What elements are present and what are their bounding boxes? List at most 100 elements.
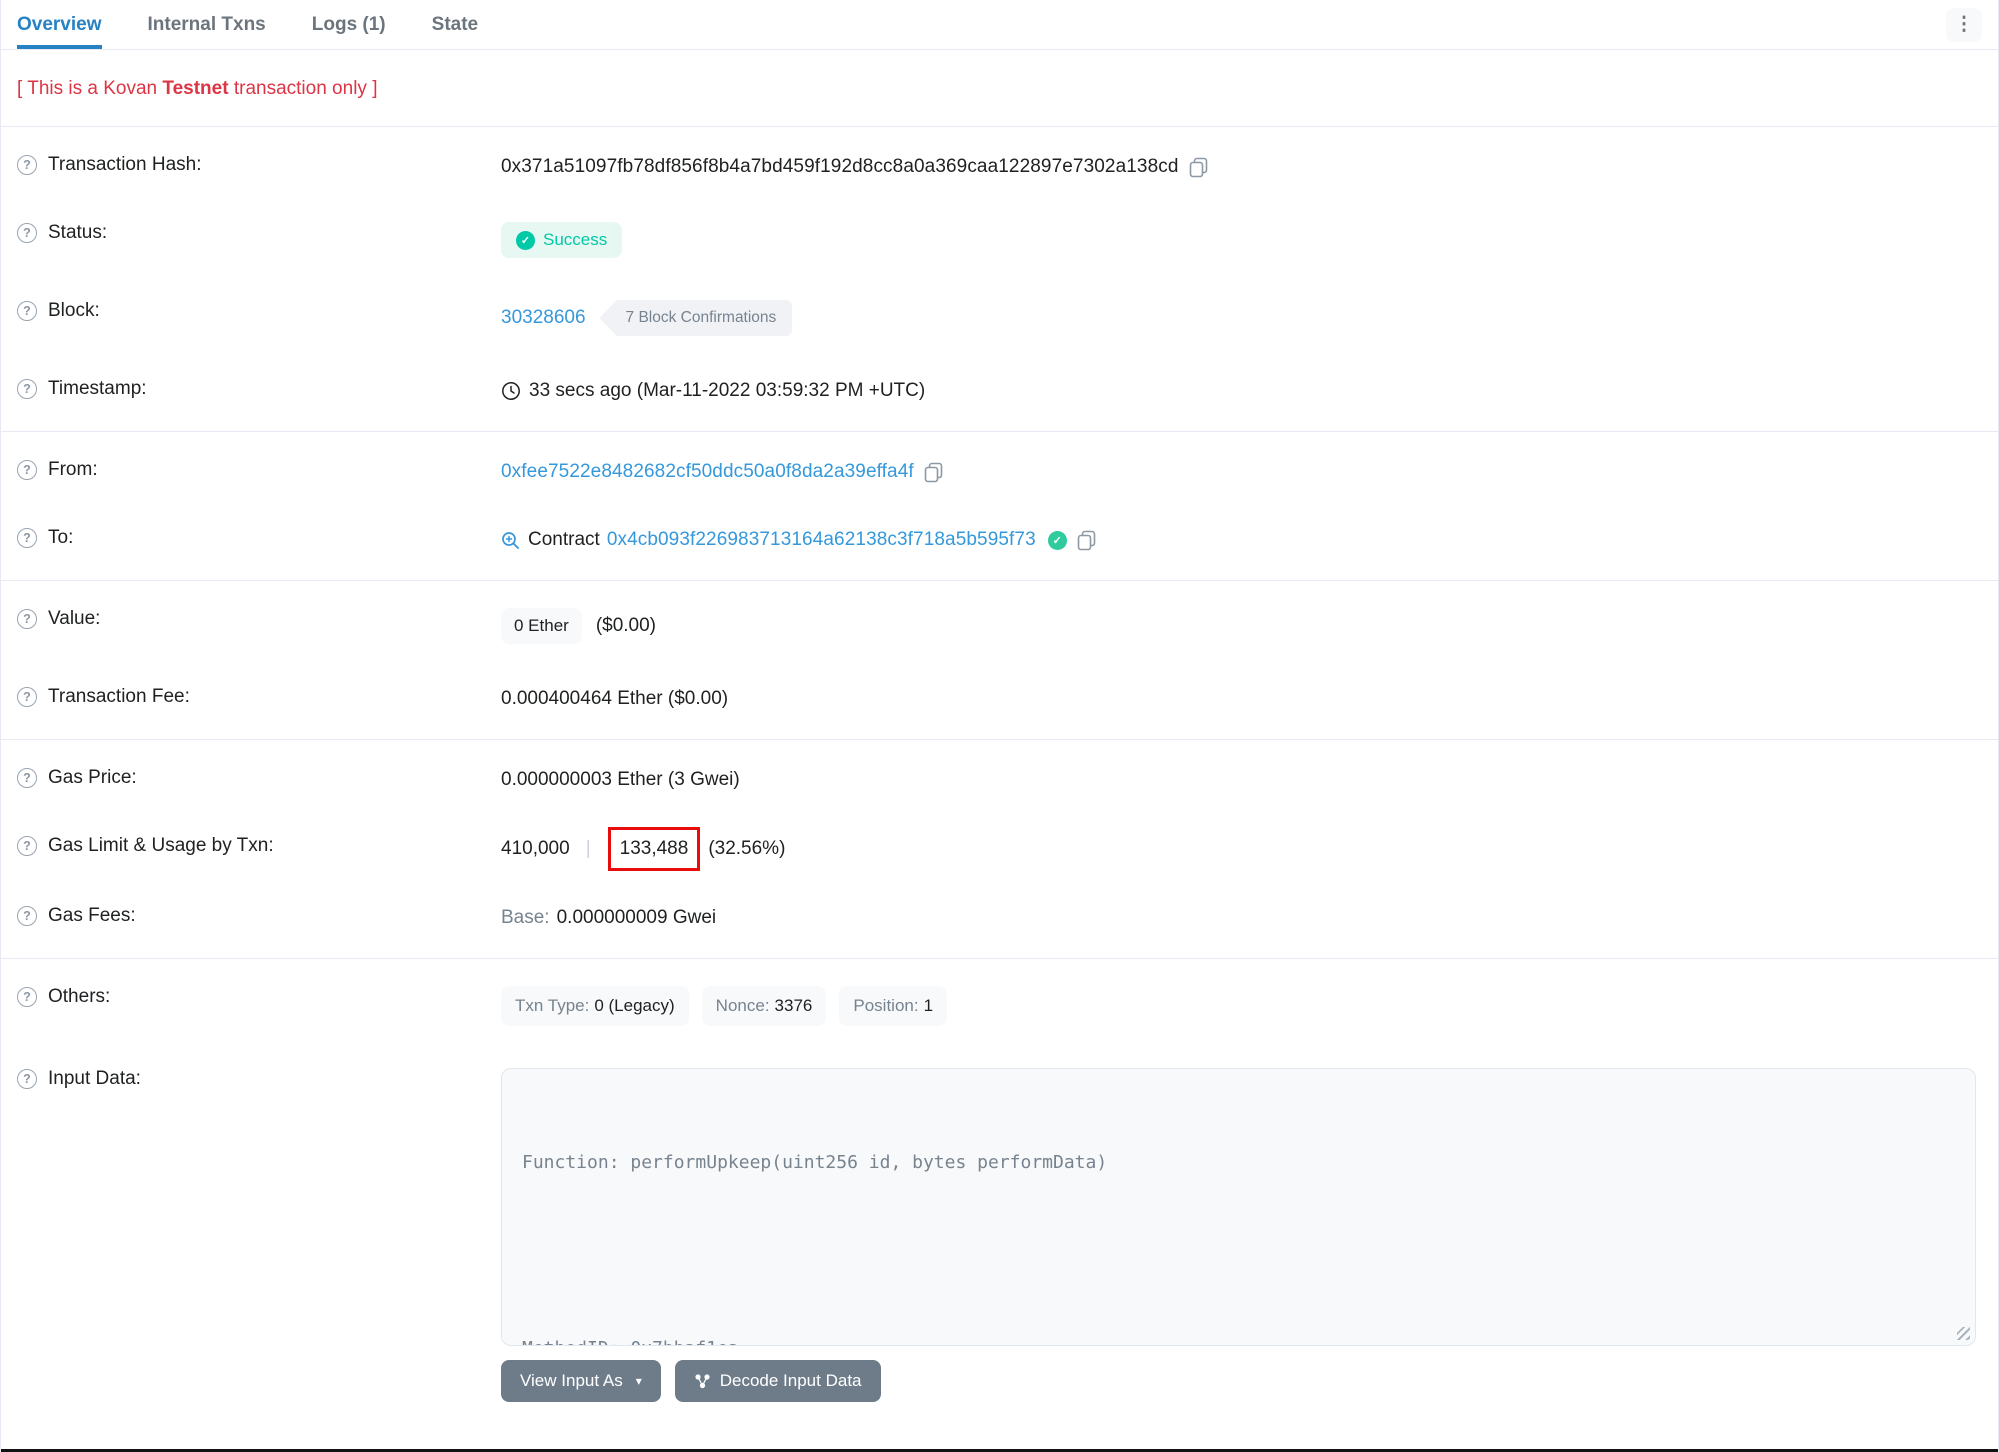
magnifier-icon[interactable]	[501, 531, 520, 550]
warning-text-bold: Testnet	[162, 78, 229, 99]
help-icon[interactable]: ?	[17, 1069, 37, 1089]
verified-check-icon: ✓	[1047, 530, 1067, 550]
row-gas-limit-usage: ? Gas Limit & Usage by Txn: 410,000 | 13…	[1, 814, 1998, 884]
copy-icon[interactable]	[1077, 530, 1096, 551]
nonce-value: 3376	[774, 996, 813, 1015]
help-icon[interactable]: ?	[17, 609, 37, 629]
chevron-down-icon: ▾	[635, 1374, 642, 1388]
input-data-box[interactable]: Function: performUpkeep(uint256 id, byte…	[501, 1068, 1976, 1346]
view-input-as-button[interactable]: View Input As ▾	[501, 1360, 661, 1402]
help-icon[interactable]: ?	[17, 987, 37, 1007]
block-number-link[interactable]: 30328606	[501, 307, 586, 329]
help-icon[interactable]: ?	[17, 836, 37, 856]
row-value: ? Value: 0 Ether ($0.00)	[1, 587, 1998, 665]
check-circle-icon: ✓	[516, 230, 535, 250]
status-label: Status:	[48, 222, 108, 243]
row-block: ? Block: 30328606 7 Block Confirmations	[1, 279, 1998, 357]
row-to: ? To: Contract 0x4cb093f226983713164a621…	[1, 506, 1998, 574]
txn-type-key: Txn Type:	[515, 996, 590, 1015]
help-icon[interactable]: ?	[17, 301, 37, 321]
value-fiat: ($0.00)	[595, 615, 657, 636]
resize-grip[interactable]	[1957, 1327, 1970, 1340]
row-others: ? Others: Txn Type: 0 (Legacy) Nonce: 3376…	[1, 965, 1998, 1047]
tab-logs[interactable]: Logs (1)	[312, 0, 386, 49]
decode-label: Decode Input Data	[719, 1371, 862, 1390]
kebab-menu-icon[interactable]: ⋮	[1946, 7, 1982, 42]
timestamp-label: Timestamp:	[48, 378, 147, 399]
help-icon[interactable]: ?	[17, 379, 37, 399]
status-badge: ✓ Success	[501, 222, 623, 258]
help-icon[interactable]: ?	[17, 906, 37, 926]
nonce-key: Nonce:	[715, 996, 770, 1015]
gas-base-label: Base:	[501, 907, 550, 928]
to-address-link[interactable]: 0x4cb093f226983713164a62138c3f718a5b595f…	[607, 529, 1036, 551]
tab-bar: Overview Internal Txns Logs (1) State ⋮	[1, 0, 1998, 50]
section-others-input: ? Others: Txn Type: 0 (Legacy) Nonce: 3376…	[1, 959, 1998, 1408]
others-label: Others:	[48, 986, 111, 1007]
help-icon[interactable]: ?	[17, 687, 37, 707]
value-ether-badge: 0 Ether	[501, 608, 582, 644]
from-address-link[interactable]: 0xfee7522e8482682cf50ddc50a0f8da2a39effa…	[501, 461, 914, 483]
help-icon[interactable]: ?	[17, 155, 37, 175]
gas-base-value: 0.000000009 Gwei	[556, 907, 717, 928]
decode-input-data-button[interactable]: Decode Input Data	[674, 1360, 881, 1402]
gas-used-value: 133,488	[619, 838, 689, 859]
tab-internal-txns[interactable]: Internal Txns	[148, 0, 266, 49]
input-function-line: Function: performUpkeep(uint256 id, byte…	[522, 1152, 1108, 1173]
value-label: Value:	[48, 608, 101, 629]
row-from: ? From: 0xfee7522e8482682cf50ddc50a0f8da…	[1, 438, 1998, 506]
copy-icon[interactable]	[924, 462, 943, 483]
row-status: ? Status: ✓ Success	[1, 201, 1998, 279]
input-data-label: Input Data:	[48, 1068, 141, 1089]
section-gas: ? Gas Price: 0.000000003 Ether (3 Gwei) …	[1, 740, 1998, 958]
help-icon[interactable]: ?	[17, 223, 37, 243]
help-icon[interactable]: ?	[17, 768, 37, 788]
tab-overview[interactable]: Overview	[17, 0, 102, 49]
row-transaction-fee: ? Transaction Fee: 0.000400464 Ether ($0…	[1, 665, 1998, 733]
warning-text-pre: [ This is a Kovan	[17, 78, 163, 99]
transaction-hash-label: Transaction Hash:	[48, 154, 202, 175]
gas-limit-label: Gas Limit & Usage by Txn:	[48, 835, 274, 856]
gas-price-label: Gas Price:	[48, 767, 137, 788]
decode-icon	[694, 1373, 711, 1390]
from-label: From:	[48, 459, 98, 480]
txn-type-value: 0 (Legacy)	[594, 996, 675, 1015]
row-transaction-hash: ? Transaction Hash: 0x371a51097fb78df856…	[1, 133, 1998, 201]
transaction-fee-value: 0.000400464 Ether ($0.00)	[501, 688, 729, 709]
section-overview-top: ? Transaction Hash: 0x371a51097fb78df856…	[1, 127, 1998, 431]
tab-state[interactable]: State	[432, 0, 478, 49]
nonce-badge: Nonce: 3376	[701, 986, 827, 1026]
annotation-highlight-box: 133,488	[607, 827, 701, 871]
row-timestamp: ? Timestamp: 33 secs ago (Mar-11-2022 03…	[1, 357, 1998, 425]
help-icon[interactable]: ?	[17, 460, 37, 480]
txn-type-badge: Txn Type: 0 (Legacy)	[501, 986, 689, 1026]
view-input-as-label: View Input As	[520, 1371, 623, 1390]
gas-price-value: 0.000000003 Ether (3 Gwei)	[501, 769, 740, 790]
position-badge: Position: 1	[839, 986, 948, 1026]
transaction-details-page: Overview Internal Txns Logs (1) State ⋮ …	[0, 0, 1999, 1452]
section-addresses: ? From: 0xfee7522e8482682cf50ddc50a0f8da…	[1, 432, 1998, 580]
status-value: Success	[543, 230, 608, 249]
transaction-fee-label: Transaction Fee:	[48, 686, 190, 707]
row-input-data: ? Input Data: Function: performUpkeep(ui…	[1, 1047, 1998, 1354]
section-value-fee: ? Value: 0 Ether ($0.00) ? Transaction F…	[1, 581, 1998, 739]
help-icon[interactable]: ?	[17, 528, 37, 548]
copy-icon[interactable]	[1189, 157, 1208, 178]
gas-used-percent: (32.56%)	[708, 838, 786, 859]
block-confirmations-badge: 7 Block Confirmations	[599, 300, 793, 336]
to-contract-prefix: Contract	[528, 529, 600, 550]
testnet-warning: [ This is a Kovan Testnet transaction on…	[1, 50, 1998, 126]
block-label: Block:	[48, 300, 100, 321]
transaction-hash-value: 0x371a51097fb78df856f8b4a7bd459f192d8cc8…	[501, 156, 1179, 177]
input-actions: View Input As ▾ Decode Input Data	[1, 1354, 1998, 1402]
clock-icon	[501, 381, 521, 401]
position-key: Position:	[853, 996, 919, 1015]
timestamp-value: 33 secs ago (Mar-11-2022 03:59:32 PM +UT…	[529, 380, 926, 401]
to-label: To:	[48, 527, 74, 548]
gas-separator: |	[585, 838, 591, 859]
gas-limit-value: 410,000	[501, 838, 570, 859]
row-gas-fees: ? Gas Fees: Base: 0.000000009 Gwei	[1, 884, 1998, 952]
input-methodid-line: MethodID: 0x7bbaf1ea	[522, 1333, 1955, 1345]
position-value: 1	[923, 996, 934, 1015]
warning-text-post: transaction only ]	[228, 78, 378, 99]
